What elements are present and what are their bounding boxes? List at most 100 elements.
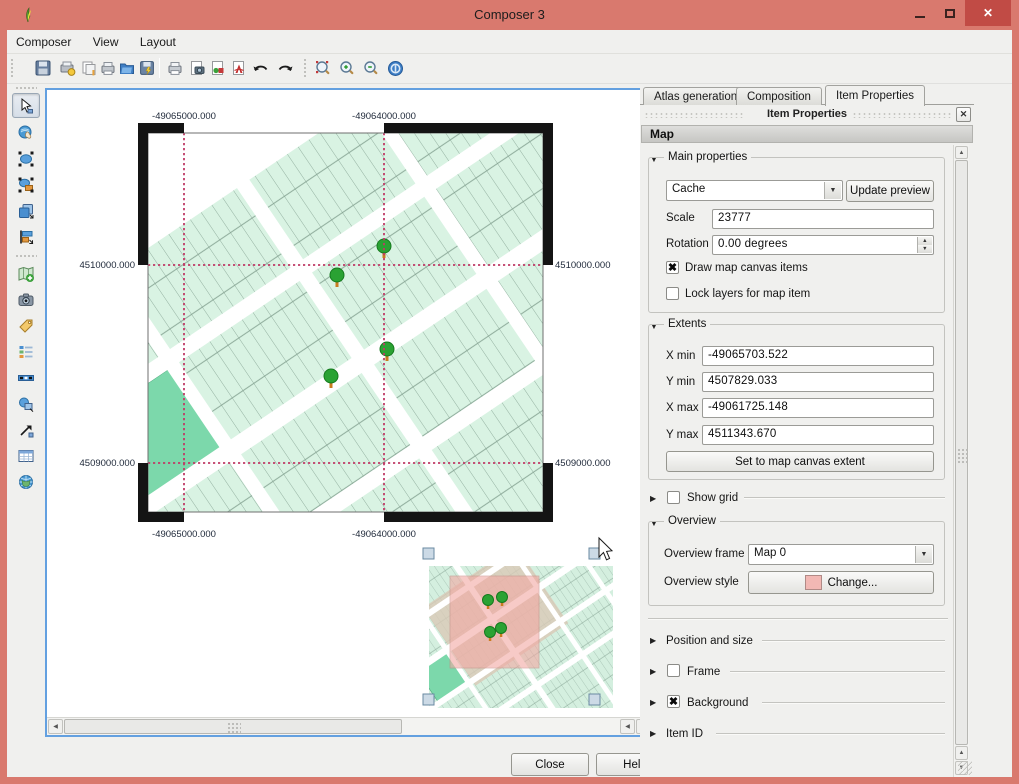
spin-down-icon[interactable]: ▼ [918, 245, 932, 253]
horizontal-scroll-thumb[interactable] [64, 719, 402, 734]
zoom-out-button[interactable] [359, 56, 383, 80]
tab-atlas-generation[interactable]: Atlas generation [643, 87, 748, 105]
add-basic-shape-tool[interactable] [12, 391, 40, 416]
menu-view[interactable]: View [84, 30, 128, 49]
resize-grip[interactable] [958, 761, 972, 775]
panel-scrollbar[interactable]: ▲ ▲ ▼ [953, 145, 969, 777]
panel-scroll-up-button-2[interactable]: ▲ [955, 746, 968, 760]
toolbar-grip[interactable] [303, 58, 307, 78]
background-checkbox[interactable]: ✖ [667, 695, 680, 708]
composer-view[interactable]: -49065000.000 -49064000.000 -49065000.00… [45, 88, 672, 737]
draw-map-canvas-items-label[interactable]: Draw map canvas items [685, 262, 808, 274]
lock-layers-checkbox[interactable] [666, 287, 679, 300]
export-pdf-button[interactable] [227, 56, 251, 80]
collapse-triangle-icon[interactable]: ▶ [650, 698, 656, 707]
frame-checkbox[interactable] [667, 664, 680, 677]
y-min-input[interactable]: 4507829.033 [702, 372, 934, 392]
collapse-triangle-icon[interactable]: ▶ [650, 667, 656, 676]
rotation-spinbox[interactable]: 0.00 degrees ▲▼ [712, 235, 934, 255]
group-items-tool[interactable] [12, 146, 40, 171]
print-icon [166, 59, 184, 77]
section-line [730, 671, 945, 673]
add-new-map-tool[interactable] [12, 261, 40, 286]
draw-map-canvas-items-checkbox[interactable]: ✖ [666, 261, 679, 274]
add-new-label-tool[interactable] [12, 313, 40, 338]
y-max-input[interactable]: 4511343.670 [702, 425, 934, 445]
overview-frame-combobox[interactable]: Map 0 ▼ [748, 544, 934, 565]
print-button[interactable] [163, 56, 187, 80]
redo-button[interactable] [273, 56, 297, 80]
move-content-icon [17, 124, 35, 142]
maximize-button[interactable] [935, 0, 965, 26]
dock-close-button[interactable]: ✕ [956, 107, 971, 122]
add-new-scalebar-tool[interactable] [12, 365, 40, 390]
section-background[interactable]: Background [687, 697, 748, 709]
add-html-frame-tool[interactable] [12, 469, 40, 494]
minimize-icon [915, 16, 925, 18]
close-button-label: Close [535, 759, 564, 771]
show-grid-label[interactable]: Show grid [687, 492, 738, 504]
section-position-and-size[interactable]: Position and size [666, 635, 753, 647]
tab-item-properties[interactable]: Item Properties [825, 85, 925, 106]
menu-layout[interactable]: Layout [131, 30, 185, 49]
close-button[interactable]: Close [511, 753, 589, 776]
save-template-button[interactable] [135, 56, 159, 80]
rotation-value: 0.00 degrees [718, 238, 788, 250]
set-to-map-canvas-extent-button[interactable]: Set to map canvas extent [666, 451, 934, 472]
new-composer-button[interactable] [55, 56, 79, 80]
save-project-button[interactable] [31, 56, 55, 80]
redo-icon [275, 59, 295, 77]
x-max-label: X max [666, 402, 699, 414]
show-grid-checkbox[interactable] [667, 491, 680, 504]
collapse-triangle-icon[interactable]: ▶ [650, 636, 656, 645]
collapse-triangle-icon[interactable]: ▶ [650, 729, 656, 738]
update-preview-button[interactable]: Update preview [846, 180, 934, 202]
composition-paper[interactable]: -49065000.000 -49064000.000 -49065000.00… [47, 90, 652, 717]
dock-titlebar[interactable]: Item Properties ✕ [640, 106, 974, 123]
add-image-tool[interactable] [12, 287, 40, 312]
spin-up-icon[interactable]: ▲ [918, 237, 932, 245]
group-title: Main properties [664, 151, 751, 163]
add-image-icon [17, 291, 35, 309]
new-composer-icon [58, 59, 76, 77]
spin-buttons[interactable]: ▲▼ [917, 237, 932, 253]
raise-selected-items-tool[interactable] [12, 198, 40, 223]
scale-input[interactable]: 23777 [712, 209, 934, 229]
zoom-actual-size-button[interactable] [383, 56, 407, 80]
ungroup-items-tool[interactable] [12, 172, 40, 197]
canvas-horizontal-scrollbar[interactable]: ◀ ◀ ▶ [47, 717, 652, 735]
folder-icon [118, 59, 136, 77]
section-item-id[interactable]: Item ID [666, 728, 703, 740]
add-new-legend-tool[interactable] [12, 339, 40, 364]
scroll-left-button[interactable]: ◀ [48, 719, 63, 734]
close-window-button[interactable]: ✕ [965, 0, 1011, 26]
move-item-content-tool[interactable] [12, 120, 40, 145]
lock-layers-label[interactable]: Lock layers for map item [685, 288, 810, 300]
preview-mode-combobox[interactable]: Cache ▼ [666, 180, 843, 201]
scroll-left-button-2[interactable]: ◀ [620, 719, 635, 734]
add-map-icon [17, 265, 35, 283]
grid-label-right-lower: 4509000.000 [555, 458, 610, 469]
y-min-label: Y min [666, 376, 695, 388]
zoom-in-button[interactable] [335, 56, 359, 80]
panel-scroll-thumb[interactable] [955, 160, 968, 745]
align-selected-items-tool[interactable] [12, 224, 40, 249]
section-frame[interactable]: Frame [687, 666, 720, 678]
toolbar-grip[interactable] [10, 58, 14, 78]
x-max-input[interactable]: -49061725.148 [702, 398, 934, 418]
toolbox-grip[interactable] [15, 86, 37, 90]
add-arrow-tool[interactable] [12, 417, 40, 442]
menu-composer[interactable]: Composer [7, 30, 80, 49]
minimize-button[interactable] [905, 0, 935, 26]
undo-button[interactable] [249, 56, 273, 80]
panel-scroll-up-button[interactable]: ▲ [955, 146, 968, 159]
add-attribute-table-tool[interactable] [12, 443, 40, 468]
toolbox-grip[interactable] [15, 254, 37, 258]
zoom-full-icon [314, 59, 333, 78]
select-move-item-tool[interactable] [12, 93, 40, 118]
overview-style-change-button[interactable]: Change... [748, 571, 934, 594]
zoom-full-button[interactable] [311, 56, 335, 80]
tab-composition[interactable]: Composition [736, 87, 822, 105]
collapse-triangle-icon[interactable]: ▶ [650, 494, 656, 503]
x-min-input[interactable]: -49065703.522 [702, 346, 934, 366]
